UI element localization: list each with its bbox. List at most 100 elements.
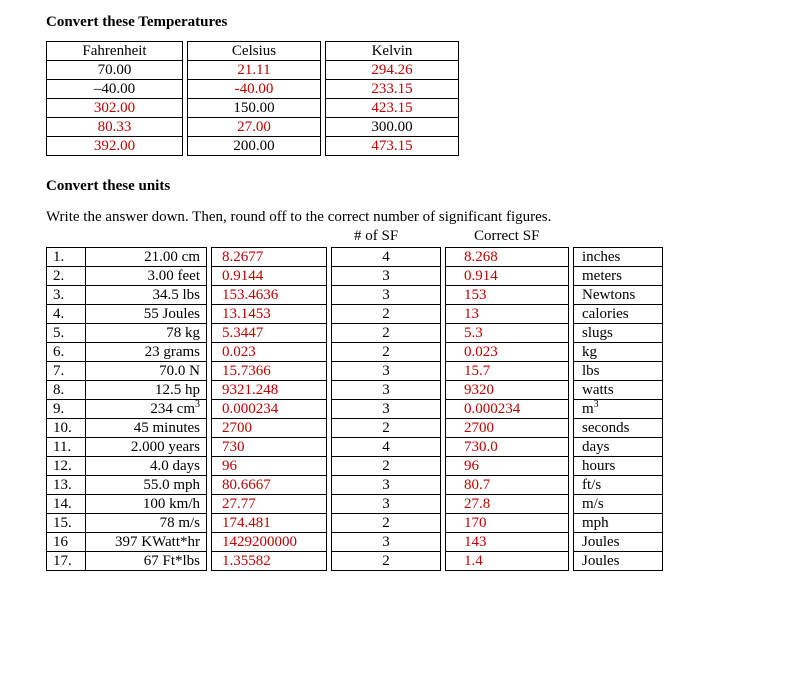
sig-fig-count: 4 xyxy=(332,248,441,267)
sig-fig-count: 3 xyxy=(332,533,441,552)
raw-conversion: 1.35582 xyxy=(212,552,327,571)
raw-conversion: 730 xyxy=(212,438,327,457)
target-unit: days xyxy=(574,438,663,457)
raw-conversion: 9321.248 xyxy=(212,381,327,400)
correct-sf-value: 170 xyxy=(446,514,569,533)
given-value: 2.000 years xyxy=(86,438,207,457)
target-unit: kg xyxy=(574,343,663,362)
instruction-text: Write the answer down. Then, round off t… xyxy=(46,209,812,226)
given-value: 3.00 feet xyxy=(86,267,207,286)
correct-sf-value: 0.914 xyxy=(446,267,569,286)
temp-fahrenheit: 392.00 xyxy=(47,137,183,156)
temp-fahrenheit: –40.00 xyxy=(47,80,183,99)
target-unit: calories xyxy=(574,305,663,324)
row-number: 4. xyxy=(47,305,86,324)
temp-kelvin: 473.15 xyxy=(326,137,459,156)
temp-celsius: 21.11 xyxy=(188,61,321,80)
correct-sf-value: 0.023 xyxy=(446,343,569,362)
given-value: 45 minutes xyxy=(86,419,207,438)
table-row: 10.45 minutes270022700seconds xyxy=(47,419,663,438)
table-row: 12.4.0 days96296hours xyxy=(47,457,663,476)
correct-sf-value: 5.3 xyxy=(446,324,569,343)
temp-celsius: 150.00 xyxy=(188,99,321,118)
temp-header-fahrenheit: Fahrenheit xyxy=(47,42,183,61)
row-number: 13. xyxy=(47,476,86,495)
table-row: 15.78 m/s174.4812170mph xyxy=(47,514,663,533)
sig-fig-count: 2 xyxy=(332,305,441,324)
correct-sf-value: 80.7 xyxy=(446,476,569,495)
target-unit: seconds xyxy=(574,419,663,438)
correct-sf-value: 13 xyxy=(446,305,569,324)
raw-conversion: 27.77 xyxy=(212,495,327,514)
table-row: 16397 KWatt*hr14292000003143Joules xyxy=(47,533,663,552)
raw-conversion: 153.4636 xyxy=(212,286,327,305)
row-number: 14. xyxy=(47,495,86,514)
target-unit: Joules xyxy=(574,533,663,552)
sig-fig-count: 4 xyxy=(332,438,441,457)
row-number: 10. xyxy=(47,419,86,438)
correct-sf-value: 0.000234 xyxy=(446,400,569,419)
sig-fig-count: 3 xyxy=(332,286,441,305)
sig-fig-count: 3 xyxy=(332,362,441,381)
given-value: 397 KWatt*hr xyxy=(86,533,207,552)
sig-fig-count: 2 xyxy=(332,514,441,533)
given-value: 4.0 days xyxy=(86,457,207,476)
correct-sf-value: 143 xyxy=(446,533,569,552)
target-unit: lbs xyxy=(574,362,663,381)
temp-header-kelvin: Kelvin xyxy=(326,42,459,61)
heading-convert-units: Convert these units xyxy=(46,178,812,195)
table-row: 14.100 km/h27.77327.8m/s xyxy=(47,495,663,514)
units-column-headers: # of SF Correct SF xyxy=(46,228,812,246)
correct-sf-value: 27.8 xyxy=(446,495,569,514)
temp-kelvin: 300.00 xyxy=(326,118,459,137)
sig-fig-count: 2 xyxy=(332,552,441,571)
row-number: 11. xyxy=(47,438,86,457)
sig-fig-count: 2 xyxy=(332,343,441,362)
sig-fig-count: 3 xyxy=(332,476,441,495)
sig-fig-count: 3 xyxy=(332,400,441,419)
raw-conversion: 0.9144 xyxy=(212,267,327,286)
table-row: 3.34.5 lbs153.46363153Newtons xyxy=(47,286,663,305)
correct-sf-value: 153 xyxy=(446,286,569,305)
sig-fig-count: 3 xyxy=(332,381,441,400)
target-unit: m/s xyxy=(574,495,663,514)
raw-conversion: 1429200000 xyxy=(212,533,327,552)
row-number: 6. xyxy=(47,343,86,362)
temp-fahrenheit: 302.00 xyxy=(47,99,183,118)
given-value: 100 km/h xyxy=(86,495,207,514)
table-row: 13.55.0 mph80.6667380.7ft/s xyxy=(47,476,663,495)
target-unit: m3 xyxy=(574,400,663,419)
correct-sf-value: 9320 xyxy=(446,381,569,400)
raw-conversion: 13.1453 xyxy=(212,305,327,324)
raw-conversion: 96 xyxy=(212,457,327,476)
heading-convert-temperatures: Convert these Temperatures xyxy=(46,14,812,31)
given-value: 55 Joules xyxy=(86,305,207,324)
correct-sf-value: 1.4 xyxy=(446,552,569,571)
target-unit: Joules xyxy=(574,552,663,571)
row-number: 2. xyxy=(47,267,86,286)
row-number: 7. xyxy=(47,362,86,381)
given-value: 78 m/s xyxy=(86,514,207,533)
temp-celsius: 200.00 xyxy=(188,137,321,156)
target-unit: mph xyxy=(574,514,663,533)
given-value: 67 Ft*lbs xyxy=(86,552,207,571)
given-value: 55.0 mph xyxy=(86,476,207,495)
target-unit: meters xyxy=(574,267,663,286)
given-value: 70.0 N xyxy=(86,362,207,381)
header-num-sf: # of SF xyxy=(354,228,398,245)
temp-fahrenheit: 70.00 xyxy=(47,61,183,80)
target-unit: Newtons xyxy=(574,286,663,305)
raw-conversion: 0.023 xyxy=(212,343,327,362)
correct-sf-value: 96 xyxy=(446,457,569,476)
target-unit: slugs xyxy=(574,324,663,343)
correct-sf-value: 2700 xyxy=(446,419,569,438)
sig-fig-count: 3 xyxy=(332,267,441,286)
row-number: 5. xyxy=(47,324,86,343)
temp-kelvin: 294.26 xyxy=(326,61,459,80)
sig-fig-count: 2 xyxy=(332,419,441,438)
table-row: 17.67 Ft*lbs1.3558221.4Joules xyxy=(47,552,663,571)
sig-fig-count: 2 xyxy=(332,457,441,476)
raw-conversion: 0.000234 xyxy=(212,400,327,419)
given-value: 78 kg xyxy=(86,324,207,343)
table-row: 6.23 grams0.02320.023kg xyxy=(47,343,663,362)
